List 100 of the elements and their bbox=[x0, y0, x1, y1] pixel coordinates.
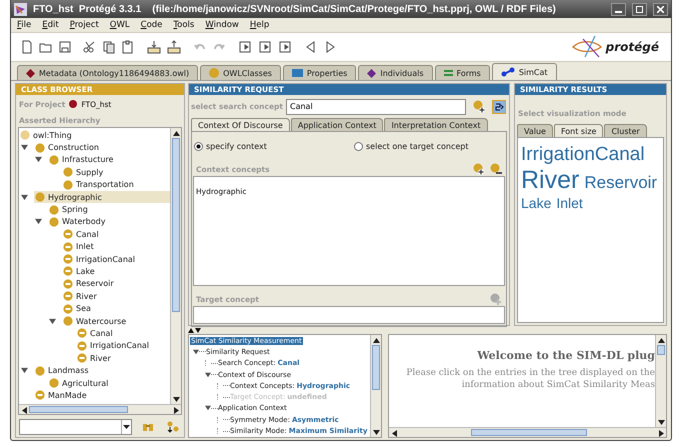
tab[interactable]: Forms bbox=[434, 65, 490, 80]
scroll-thumb[interactable] bbox=[470, 429, 587, 436]
expand-toggle-icon[interactable] bbox=[35, 156, 42, 164]
down-arrow-icon[interactable] bbox=[172, 396, 180, 402]
tab[interactable]: Font size bbox=[554, 124, 604, 137]
remove-class-icon[interactable] bbox=[490, 163, 502, 175]
tree-item[interactable]: Inlet bbox=[62, 240, 170, 253]
defined-class-icon bbox=[77, 353, 87, 364]
tree-item[interactable]: Canal bbox=[62, 228, 170, 241]
tab[interactable]: Individuals bbox=[358, 65, 432, 80]
tree-item[interactable]: IrrigationCanal bbox=[62, 252, 170, 266]
radio-option[interactable]: select one target concept bbox=[354, 140, 469, 152]
search-field[interactable] bbox=[19, 418, 132, 434]
menu-item[interactable]: Window bbox=[205, 20, 239, 30]
menu-item[interactable]: Project bbox=[70, 20, 99, 30]
radio-option[interactable]: specify context bbox=[194, 140, 354, 152]
tree-item[interactable]: Reservoir bbox=[62, 278, 170, 290]
expand-toggle-icon[interactable] bbox=[193, 348, 199, 355]
add-class-icon[interactable] bbox=[473, 163, 485, 175]
tree-item[interactable]: River bbox=[76, 352, 170, 364]
welcome-heading: Welcome to the SIM-DL plug bbox=[477, 349, 655, 362]
right-arrow-icon[interactable] bbox=[658, 430, 664, 436]
expand-toggle-icon[interactable] bbox=[21, 367, 28, 374]
result-term[interactable]: Inlet bbox=[556, 195, 583, 211]
scroll-thumb[interactable] bbox=[372, 345, 380, 390]
result-term[interactable]: Lake bbox=[521, 195, 552, 211]
search-concept-field[interactable]: Canal bbox=[286, 98, 466, 114]
tab[interactable]: Application Context bbox=[290, 118, 384, 131]
class-icon bbox=[35, 142, 45, 153]
up-arrow-icon[interactable] bbox=[372, 338, 380, 342]
tab[interactable]: Interpretation Context bbox=[384, 118, 488, 131]
caret-icon[interactable] bbox=[122, 424, 130, 428]
maximize-button[interactable] bbox=[632, 2, 647, 16]
tree-item[interactable]: River bbox=[62, 290, 170, 302]
tab[interactable]: Metadata (Ontology1186494883.owl) bbox=[17, 65, 198, 80]
vertical-scrollbar[interactable] bbox=[370, 335, 381, 437]
scroll-thumb[interactable] bbox=[172, 138, 180, 312]
tree-item[interactable]: Canal bbox=[76, 327, 170, 340]
tree-item[interactable]: Infrastucture bbox=[48, 154, 170, 166]
tree-item[interactable]: Waterbody bbox=[48, 216, 170, 228]
radio-icon[interactable] bbox=[194, 142, 203, 150]
tab[interactable]: Properties bbox=[282, 65, 356, 80]
horizontal-scrollbar[interactable] bbox=[19, 404, 181, 414]
scroll-thumb[interactable] bbox=[657, 345, 665, 356]
menu-item[interactable]: OWL bbox=[110, 20, 130, 30]
right-arrow-icon[interactable] bbox=[174, 406, 178, 414]
tree-item[interactable]: owl:Thing bbox=[19, 129, 170, 142]
target-concept-field[interactable] bbox=[193, 306, 505, 324]
radio-icon[interactable] bbox=[354, 142, 363, 150]
result-term[interactable]: IrrigationCanal bbox=[521, 144, 645, 166]
result-term[interactable]: River bbox=[521, 166, 580, 195]
left-arrow-icon[interactable] bbox=[22, 406, 26, 414]
tree-item[interactable]: Lake bbox=[62, 265, 170, 278]
tab[interactable]: SimCat bbox=[492, 63, 557, 80]
tree-item[interactable]: Watercourse bbox=[62, 314, 170, 328]
menu-item[interactable]: File bbox=[17, 20, 32, 30]
defined-class-icon bbox=[63, 229, 73, 240]
minimize-button[interactable] bbox=[611, 2, 626, 16]
tab[interactable]: Context Of Discourse bbox=[191, 118, 290, 131]
menu-item[interactable]: Help bbox=[250, 20, 270, 30]
down-arrow-icon[interactable] bbox=[658, 420, 664, 424]
vertical-scrollbar[interactable] bbox=[170, 128, 181, 404]
defined-class-icon bbox=[63, 304, 73, 314]
tree-item[interactable]: Hydrographic bbox=[34, 190, 170, 204]
tree-item[interactable]: Landmass bbox=[34, 364, 170, 377]
expand-toggle-icon[interactable] bbox=[35, 218, 42, 226]
expand-toggle-icon[interactable] bbox=[205, 372, 211, 378]
expand-toggle-icon[interactable] bbox=[49, 318, 56, 325]
app-icon bbox=[14, 2, 27, 16]
down-arrow-icon[interactable] bbox=[372, 430, 380, 434]
menu-item[interactable]: Code bbox=[140, 20, 162, 30]
left-arrow-icon[interactable] bbox=[392, 430, 396, 436]
vertical-scrollbar[interactable] bbox=[655, 335, 666, 427]
import-icon[interactable] bbox=[145, 38, 162, 56]
tree-item[interactable]: Transportation bbox=[62, 178, 170, 191]
close-button[interactable] bbox=[653, 2, 668, 16]
up-arrow-icon[interactable] bbox=[172, 130, 180, 136]
tree-item[interactable]: Spring bbox=[48, 203, 170, 216]
tree-item[interactable]: Supply bbox=[62, 166, 170, 179]
menu-item[interactable]: Tools bbox=[173, 20, 194, 30]
tab[interactable]: Value bbox=[517, 124, 553, 137]
tree-item[interactable]: Agricultural bbox=[48, 376, 170, 390]
maximize-icon bbox=[636, 6, 643, 12]
tree-item[interactable]: ManMade bbox=[34, 389, 170, 402]
horizontal-scrollbar[interactable] bbox=[389, 427, 666, 437]
export-icon[interactable] bbox=[165, 38, 182, 56]
expand-toggle-icon[interactable] bbox=[205, 405, 211, 412]
result-term[interactable]: Reservoir bbox=[584, 173, 658, 193]
tree-item[interactable]: Sea bbox=[62, 302, 170, 315]
scroll-thumb[interactable] bbox=[29, 406, 128, 413]
menu-item[interactable]: Edit bbox=[42, 20, 59, 30]
expand-toggle-icon[interactable] bbox=[21, 144, 28, 152]
class-icon bbox=[49, 204, 59, 215]
tab[interactable]: OWLClasses bbox=[200, 65, 281, 80]
tab[interactable]: Cluster bbox=[604, 124, 647, 137]
add-class-icon[interactable] bbox=[471, 98, 488, 115]
tree-item[interactable]: Construction bbox=[34, 141, 170, 154]
expand-toggle-icon[interactable] bbox=[21, 194, 28, 201]
tree-item[interactable]: IrrigationCanal bbox=[76, 340, 170, 352]
up-arrow-icon[interactable] bbox=[658, 338, 664, 342]
